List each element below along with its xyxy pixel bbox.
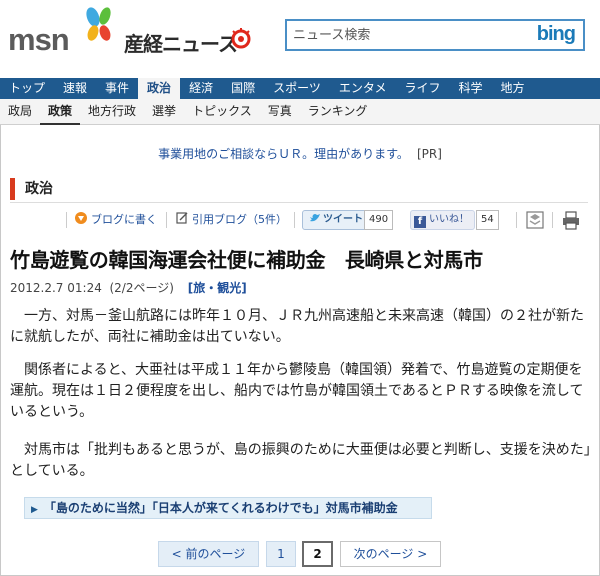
article-paragraph: 一方、対馬－釜山航路には昨年１０月、ＪＲ九州高速船と未来高速（韓国）の２社が新た… <box>10 308 584 345</box>
msn-butterfly-icon <box>86 7 111 41</box>
sankei-news-logo[interactable]: 産経ニュース <box>124 28 238 57</box>
section-divider <box>10 202 588 203</box>
next-page-button[interactable]: 次のページ > <box>340 541 441 567</box>
article-paragraph: 関係者によると、大亜社は平成１１年から鬱陵島（韓国領）発着で、竹島遊覧の定期便を… <box>10 362 584 420</box>
divider <box>516 212 517 228</box>
ad-link[interactable]: 事業用地のご相談ならＵＲ。理由があります。 <box>158 147 409 161</box>
twitter-bird-icon <box>310 214 320 222</box>
bing-search-button[interactable]: bing <box>536 23 576 46</box>
search-box: bing <box>285 19 585 51</box>
page-2-current: 2 <box>302 541 333 567</box>
tweet-count: 490 <box>364 210 394 230</box>
nav-item[interactable]: 科学 <box>450 78 492 99</box>
article-page-indicator: (2/2ページ) <box>109 281 174 295</box>
site-header: msn 産経ニュース bing <box>0 0 600 78</box>
tweet-button[interactable]: ツイート <box>302 210 370 230</box>
social-bar: ブログに書く 引用ブログ（5件） ツイート 490 f いいね！ 54 <box>0 208 600 232</box>
related-article-label: 「島のために当然」「日本人が来てくれるわけでも」対馬市補助金 <box>43 501 398 515</box>
sankei-eye-icon <box>231 28 251 49</box>
nav-item[interactable]: スポーツ <box>264 78 330 99</box>
ad-line: 事業用地のご相談ならＵＲ。理由があります。 [PR] <box>0 145 600 162</box>
article-paragraph: 対馬市は「批判もあると思うが、島の振興のために大亜便は必要と判断し、支援を決めた… <box>10 442 591 479</box>
tweet-label: ツイート <box>323 214 363 225</box>
page-1-button[interactable]: 1 <box>266 541 296 567</box>
category-link[interactable]: [旅・観光] <box>188 281 247 295</box>
section-title: 政治 <box>10 178 53 200</box>
like-button[interactable]: f いいね！ <box>410 210 475 230</box>
quote-blog-label: 引用ブログ（5件） <box>192 213 287 226</box>
search-input[interactable] <box>293 25 513 45</box>
divider <box>66 212 67 228</box>
nav-item[interactable]: トップ <box>0 78 54 99</box>
like-count: 54 <box>476 210 499 230</box>
bookmark-icon[interactable] <box>524 209 546 231</box>
blog-write-label: ブログに書く <box>91 213 157 226</box>
prev-page-button[interactable]: < 前のページ <box>158 541 259 567</box>
divider <box>166 212 167 228</box>
blog-icon <box>75 212 87 224</box>
related-article-link[interactable]: ▶ 「島のために当然」「日本人が来てくれるわけでも」対馬市補助金 <box>24 497 432 519</box>
sub-nav: 政局 政策 地方行政 選挙 トピックス 写真 ランキング <box>0 99 600 125</box>
nav-item[interactable]: 地方 <box>492 78 534 99</box>
subnav-item[interactable]: トピックス <box>184 99 260 125</box>
divider <box>294 212 295 228</box>
subnav-item[interactable]: ランキング <box>300 99 376 125</box>
quote-blog-icon <box>176 212 188 224</box>
triangle-right-icon: ▶ <box>31 505 38 515</box>
nav-item[interactable]: 国際 <box>222 78 264 99</box>
nav-item[interactable]: 速報 <box>54 78 96 99</box>
like-label: いいね！ <box>429 214 469 225</box>
article-headline: 竹島遊覧の韓国海運会社便に補助金 長崎県と対馬市 <box>10 248 483 272</box>
subnav-item[interactable]: 選挙 <box>144 99 184 125</box>
msn-logo[interactable]: msn <box>8 22 70 58</box>
quote-blog-link[interactable]: 引用ブログ（5件） <box>175 210 287 230</box>
nav-item[interactable]: エンタメ <box>330 78 396 99</box>
subnav-item[interactable]: 写真 <box>260 99 300 125</box>
nav-item[interactable]: 経済 <box>180 78 222 99</box>
pr-label: [PR] <box>416 147 442 161</box>
facebook-icon: f <box>414 216 426 228</box>
print-icon[interactable] <box>560 209 582 231</box>
bing-logo: bing <box>536 23 576 45</box>
main-nav: トップ 速報 事件 政治 経済 国際 スポーツ エンタメ ライフ 科学 地方 <box>0 78 600 99</box>
nav-item[interactable]: 事件 <box>96 78 138 99</box>
subnav-item[interactable]: 地方行政 <box>80 99 144 125</box>
nav-item[interactable]: ライフ <box>396 78 450 99</box>
divider <box>552 212 553 228</box>
subnav-item[interactable]: 政局 <box>0 99 40 125</box>
article-dateline: 2012.2.7 01:24 (2/2ページ) [旅・観光] <box>10 279 247 296</box>
article-date: 2012.2.7 01:24 <box>10 281 102 295</box>
blog-write-link[interactable]: ブログに書く <box>74 210 157 230</box>
subnav-item[interactable]: 政策 <box>40 99 81 125</box>
nav-item[interactable]: 政治 <box>138 78 181 99</box>
